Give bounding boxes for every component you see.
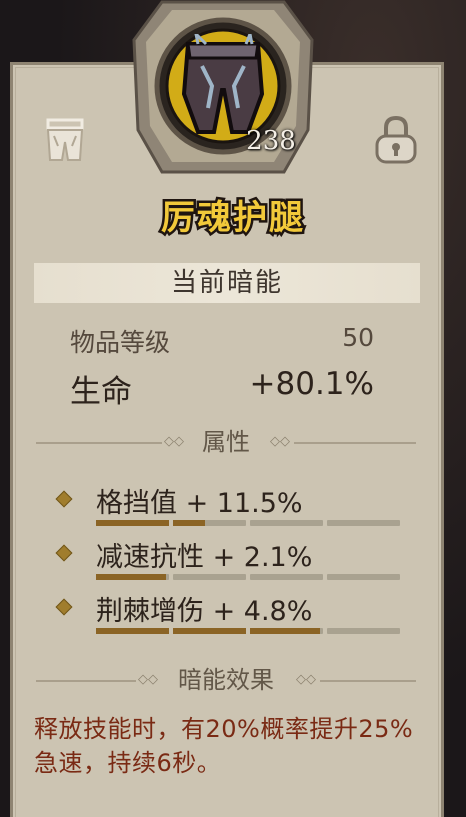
life-label: 生命 — [70, 374, 132, 410]
roll-bar-segment — [250, 520, 323, 526]
item-name: 厉魂护腿 — [159, 196, 306, 241]
roll-bar-segment — [96, 574, 169, 580]
attribute-label: 减速抗性 + 2.1% — [96, 542, 313, 573]
attribute-roll-bar — [96, 574, 401, 580]
roll-bar-fill — [173, 628, 246, 634]
roll-bar-segment — [250, 574, 323, 580]
attribute-row: 荆棘增伤 + 4.8% — [55, 591, 418, 643]
effect-description: 释放技能时，有20%概率提升25%急速，持续6秒。 — [34, 715, 414, 777]
roll-bar-fill — [96, 628, 169, 634]
roll-bar-segment — [96, 628, 169, 634]
lock-icon[interactable] — [372, 114, 420, 166]
divider-ornament-right: ◇◇ — [270, 434, 290, 449]
item-level-label: 物品等级 — [70, 328, 171, 357]
roll-bar-fill — [250, 628, 321, 634]
item-level-badge: 238 — [246, 126, 296, 156]
armor-slot-icon[interactable] — [44, 116, 86, 164]
divider-line-right — [320, 680, 416, 682]
effect-divider: ◇◇ 暗能效果 ◇◇ — [36, 666, 416, 694]
diamond-bullet-icon — [55, 490, 73, 508]
roll-bar-fill — [96, 574, 167, 580]
attribute-roll-bar — [96, 628, 401, 634]
roll-bar-fill — [96, 520, 169, 526]
divider-line-right — [294, 442, 416, 444]
attribute-label: 荆棘增伤 + 4.8% — [96, 596, 313, 627]
roll-bar-segment — [327, 574, 400, 580]
roll-bar-segment — [327, 628, 400, 634]
attribute-label: 格挡值 + 11.5% — [96, 488, 303, 519]
roll-bar-segment — [173, 628, 246, 634]
roll-bar-segment — [173, 520, 246, 526]
item-level-value: 50 — [342, 323, 374, 352]
divider-ornament-right: ◇◇ — [296, 672, 316, 687]
item-emblem: 238 — [132, 0, 314, 180]
leg-armor-icon — [181, 34, 265, 134]
attributes-divider: ◇◇ 属性 ◇◇ — [36, 428, 416, 456]
roll-bar-fill — [173, 520, 206, 526]
diamond-bullet-icon — [55, 598, 73, 616]
roll-bar-segment — [250, 628, 323, 634]
life-value: +80.1% — [249, 366, 374, 402]
section-title: 当前暗能 — [170, 268, 283, 298]
roll-bar-segment — [327, 520, 400, 526]
roll-bar-segment — [173, 574, 246, 580]
attribute-roll-bar — [96, 520, 401, 526]
attribute-row: 减速抗性 + 2.1% — [55, 537, 418, 589]
attribute-row: 格挡值 + 11.5% — [55, 483, 418, 535]
diamond-bullet-icon — [55, 544, 73, 562]
roll-bar-segment — [96, 520, 169, 526]
